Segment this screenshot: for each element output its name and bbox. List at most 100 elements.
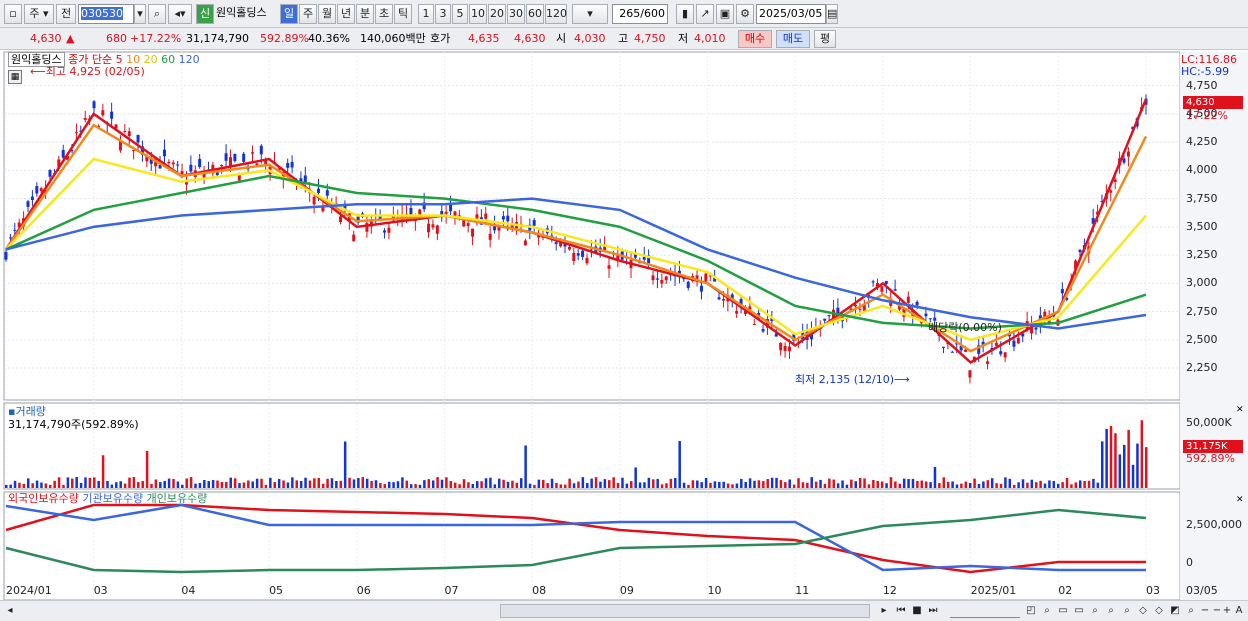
scroll-left-icon[interactable]: ◂	[4, 604, 16, 618]
market-label: 주	[29, 7, 40, 20]
interval-tab[interactable]: 10	[469, 4, 487, 24]
grid-toggle-icon[interactable]: ▦	[8, 70, 22, 84]
window2-icon[interactable]: ▭	[1072, 604, 1086, 618]
volume-bar	[938, 482, 941, 488]
eval-button[interactable]: 평	[814, 30, 836, 48]
period-tab[interactable]: 년	[337, 4, 355, 24]
period-tab[interactable]: 월	[318, 4, 336, 24]
count-input[interactable]: 265/600	[612, 4, 668, 24]
institution-label: 기관보유수량	[82, 492, 144, 505]
volume-bar	[40, 482, 43, 488]
search2-icon[interactable]: ⌕	[1184, 604, 1198, 618]
date-input[interactable]: 2025/03/05	[756, 4, 826, 24]
area-icon[interactable]: ◇	[1152, 604, 1166, 618]
candle-icon[interactable]: ▮	[676, 4, 694, 24]
candle-body	[642, 256, 646, 260]
minus-icon[interactable]: −	[1200, 604, 1210, 618]
window-icon[interactable]: ▭	[1056, 604, 1070, 618]
zoom-out-icon[interactable]: ⌕	[1088, 604, 1102, 618]
panel-close-icon[interactable]: ✕	[1236, 494, 1244, 506]
volume-bar	[304, 477, 307, 488]
volume-bar	[1052, 481, 1056, 488]
market-select[interactable]: 주 ▾	[24, 4, 54, 24]
plus-icon[interactable]: +	[1222, 604, 1232, 618]
volume-bar	[748, 478, 752, 488]
volume-bar	[1127, 429, 1130, 488]
chart-scrollbar[interactable]: ◂ ▸ ⏮ ■ ⏭ ◰ ⌕ ▭ ▭ ⌕ ⌕ ⌕ ◇ ◇ ◩ ⌕ − − + A	[0, 600, 1248, 621]
interval-tab[interactable]: 3	[435, 4, 451, 24]
zoom-area-icon[interactable]: ⌕	[1040, 604, 1054, 618]
save-icon[interactable]: ▣	[716, 4, 734, 24]
period-tab[interactable]: 틱	[394, 4, 412, 24]
volume-bar	[704, 477, 708, 488]
interval-tab[interactable]: 5	[452, 4, 468, 24]
interval-tab[interactable]: 120	[545, 4, 567, 24]
period-tab[interactable]: 분	[356, 4, 374, 24]
volume-bar	[797, 478, 800, 488]
draw-icon[interactable]: ↗	[696, 4, 714, 24]
font-icon[interactable]: A	[1234, 604, 1244, 618]
volume-bar	[374, 480, 378, 488]
volume-bar	[31, 483, 34, 488]
chart-canvas[interactable]	[0, 50, 1248, 600]
candle-body	[352, 234, 356, 242]
scroll-thumb[interactable]	[500, 604, 870, 618]
layout-icon[interactable]: ▫	[4, 4, 22, 24]
volume-bar	[590, 478, 593, 488]
crosshair-icon[interactable]: ◇	[1136, 604, 1150, 618]
price-tick-label: 4,750	[1186, 78, 1218, 92]
stop-icon[interactable]: ■	[910, 604, 924, 618]
volume-bar	[621, 477, 624, 488]
pipe-icon[interactable]: −	[1212, 604, 1222, 618]
candle-body	[942, 346, 946, 348]
rewind-icon[interactable]: ⏮	[894, 604, 908, 618]
candle-body	[572, 252, 576, 262]
candle-body	[576, 253, 580, 256]
interval-tab[interactable]: 20	[488, 4, 506, 24]
period-tab[interactable]: 주	[299, 4, 317, 24]
volume-bar	[181, 484, 184, 488]
period-tab[interactable]: 일	[280, 4, 298, 24]
interval-tab[interactable]: 1	[418, 4, 434, 24]
code-dropdown-icon[interactable]: ▾	[134, 4, 146, 24]
candle-body	[431, 224, 435, 228]
volume-bar	[836, 483, 840, 488]
speaker-icon[interactable]: ◂▾	[168, 4, 192, 24]
interval-tab[interactable]: 60	[526, 4, 544, 24]
volume-ratio: 592.89%	[260, 32, 309, 45]
forward-icon[interactable]: ⏭	[926, 604, 940, 618]
volume-bar	[119, 481, 122, 488]
volume-bar	[880, 481, 884, 488]
interval-tab[interactable]: 30	[507, 4, 525, 24]
volume-bar	[977, 483, 981, 488]
period-tab[interactable]: 초	[375, 4, 393, 24]
sell-button[interactable]: 매도	[776, 30, 810, 48]
zoom-in-icon[interactable]: ⌕	[1104, 604, 1118, 618]
prev-button[interactable]: 전	[56, 4, 76, 24]
candle-body	[1113, 179, 1117, 183]
scroll-right-icon[interactable]: ▸	[878, 604, 890, 618]
volume-bar	[123, 483, 127, 488]
capture-icon[interactable]: ◩	[1168, 604, 1182, 618]
zoom-slider[interactable]	[950, 604, 1020, 618]
candle-body	[906, 296, 910, 303]
candle-body	[74, 132, 78, 134]
volume-bar	[18, 482, 21, 488]
candle-body	[1078, 249, 1082, 253]
volume-bar	[537, 479, 541, 488]
interval-dropdown[interactable]: ▾	[572, 4, 608, 24]
search-icon[interactable]: ⌕	[148, 4, 166, 24]
panel-close-icon[interactable]: ✕	[1236, 404, 1244, 416]
zoom-reset-icon[interactable]: ⌕	[1120, 604, 1134, 618]
gear-icon[interactable]: ⚙	[736, 4, 754, 24]
volume-bar	[581, 477, 585, 488]
volume-bar	[242, 482, 246, 488]
candle-body	[999, 351, 1003, 355]
zoom-fit-icon[interactable]: ◰	[1024, 604, 1038, 618]
candle-body	[286, 163, 290, 168]
volume-bar	[1100, 441, 1104, 488]
calendar-icon[interactable]: ▤	[826, 4, 838, 24]
buy-button[interactable]: 매수	[738, 30, 772, 48]
volume-bar	[436, 477, 439, 488]
code-input[interactable]: 030530	[78, 4, 134, 24]
